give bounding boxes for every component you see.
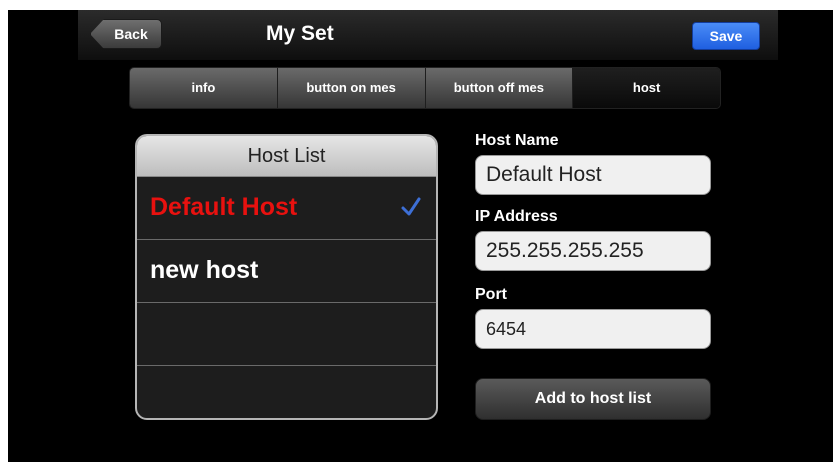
segmented-tabs: info button on mes button off mes host: [129, 67, 721, 109]
port-label: Port: [475, 286, 507, 303]
app-screen: Back My Set Save info button on mes butt…: [8, 10, 833, 462]
navigation-bar: Back My Set Save: [78, 10, 778, 61]
add-to-host-list-button[interactable]: Add to host list: [475, 378, 711, 420]
ip-address-label: IP Address: [475, 208, 558, 225]
host-row-empty: [137, 366, 436, 418]
host-row-default-host[interactable]: Default Host: [137, 177, 436, 240]
save-button[interactable]: Save: [692, 22, 760, 50]
checkmark-icon: [401, 197, 421, 216]
tab-info[interactable]: info: [130, 68, 278, 108]
page-title: My Set: [266, 22, 334, 45]
host-row-new-host[interactable]: new host: [137, 240, 436, 303]
port-field[interactable]: [475, 309, 711, 349]
tab-button-on-mes[interactable]: button on mes: [277, 68, 426, 108]
host-name-label: Host Name: [475, 132, 559, 149]
ip-address-field[interactable]: [475, 231, 711, 271]
tab-host[interactable]: host: [573, 68, 720, 108]
host-name: Default Host: [150, 193, 298, 221]
host-name: new host: [150, 256, 259, 284]
host-list-header: Host List: [137, 136, 436, 177]
host-list: Host List Default Host new host: [135, 134, 438, 420]
tab-button-off-mes[interactable]: button off mes: [425, 68, 574, 108]
host-name-field[interactable]: [475, 155, 711, 195]
host-row-empty: [137, 303, 436, 366]
back-button[interactable]: Back: [90, 19, 162, 49]
